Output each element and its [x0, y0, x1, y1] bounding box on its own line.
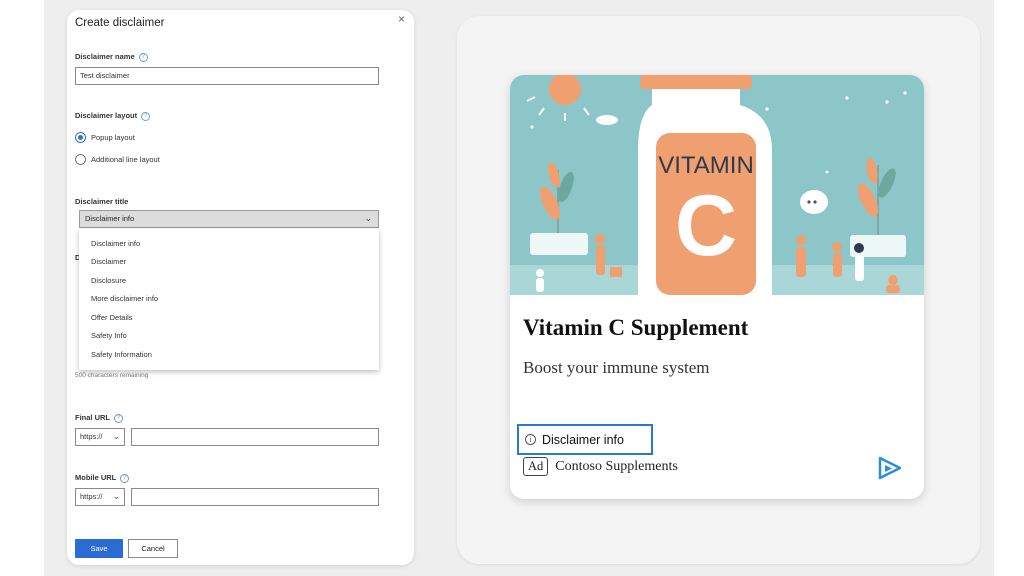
ad-attribution: Ad Contoso Supplements: [523, 457, 678, 476]
play-arrow-icon[interactable]: [877, 456, 903, 480]
disclaimer-title-select[interactable]: Disclaimer info ⌄: [79, 210, 379, 228]
dropdown-option[interactable]: Disclaimer: [91, 257, 126, 266]
dropdown-option[interactable]: Safety Information: [91, 350, 152, 359]
info-icon: i: [525, 434, 536, 445]
radio-popup-layout[interactable]: Popup layout: [75, 132, 135, 143]
dropdown-option[interactable]: Offer Details: [91, 313, 133, 322]
mobile-url-label: Mobile URL?: [75, 473, 130, 483]
chevron-down-icon: ⌄: [112, 431, 120, 441]
dialog-title: Create disclaimer: [75, 17, 165, 29]
final-url-protocol-select[interactable]: https:// ⌄: [75, 428, 125, 446]
chevron-down-icon: ⌄: [112, 491, 120, 501]
dropdown-option[interactable]: More disclaimer info: [91, 294, 158, 303]
disclaimer-name-label: Disclaimer name?: [75, 52, 148, 62]
disclaimer-name-input[interactable]: Test disclaimer: [75, 67, 379, 85]
help-icon[interactable]: ?: [114, 413, 123, 423]
ad-description: Boost your immune system: [523, 358, 710, 377]
disclaimer-layout-label: Disclaimer layout?: [75, 111, 151, 121]
radio-additional-line-layout[interactable]: Additional line layout: [75, 154, 160, 165]
radio-selected-icon[interactable]: [75, 132, 86, 143]
final-url-input[interactable]: [131, 428, 379, 446]
disclaimer-title-dropdown: Disclaimer info Disclaimer Disclosure Mo…: [79, 229, 379, 370]
ad-card[interactable]: VITAMIN C Vitamin C Supplement Boost you…: [510, 75, 924, 499]
save-button[interactable]: Save: [75, 539, 123, 558]
chevron-down-icon: ⌄: [364, 213, 372, 223]
dropdown-option[interactable]: Safety Info: [91, 331, 127, 340]
help-icon[interactable]: ?: [141, 111, 151, 121]
cancel-button[interactable]: Cancel: [128, 539, 178, 558]
mobile-url-input[interactable]: [131, 488, 379, 506]
mobile-url-protocol-select[interactable]: https:// ⌄: [75, 488, 125, 506]
disclaimer-title-label: Disclaimer title: [75, 197, 129, 206]
help-icon[interactable]: ?: [138, 52, 148, 62]
disclaimer-info-link[interactable]: i Disclaimer info: [517, 424, 653, 455]
dropdown-option[interactable]: Disclosure: [91, 276, 126, 285]
final-url-label: Final URL?: [75, 413, 123, 423]
help-icon[interactable]: ?: [120, 473, 130, 483]
characters-remaining: 500 characters remaining: [75, 372, 149, 379]
advertiser-name: Contoso Supplements: [555, 458, 678, 474]
ad-headline[interactable]: Vitamin C Supplement: [523, 315, 748, 341]
create-disclaimer-dialog: Create disclaimer × Disclaimer name? Tes…: [67, 10, 414, 565]
bottle-letter: C: [675, 178, 737, 274]
close-icon[interactable]: ×: [398, 12, 405, 26]
vitamin-bottle-illustration: VITAMIN C: [510, 75, 924, 295]
bottle-label-text: VITAMIN: [658, 152, 754, 179]
ad-badge: Ad: [523, 457, 549, 476]
radio-unselected-icon[interactable]: [75, 154, 86, 165]
dropdown-option[interactable]: Disclaimer info: [91, 239, 140, 248]
